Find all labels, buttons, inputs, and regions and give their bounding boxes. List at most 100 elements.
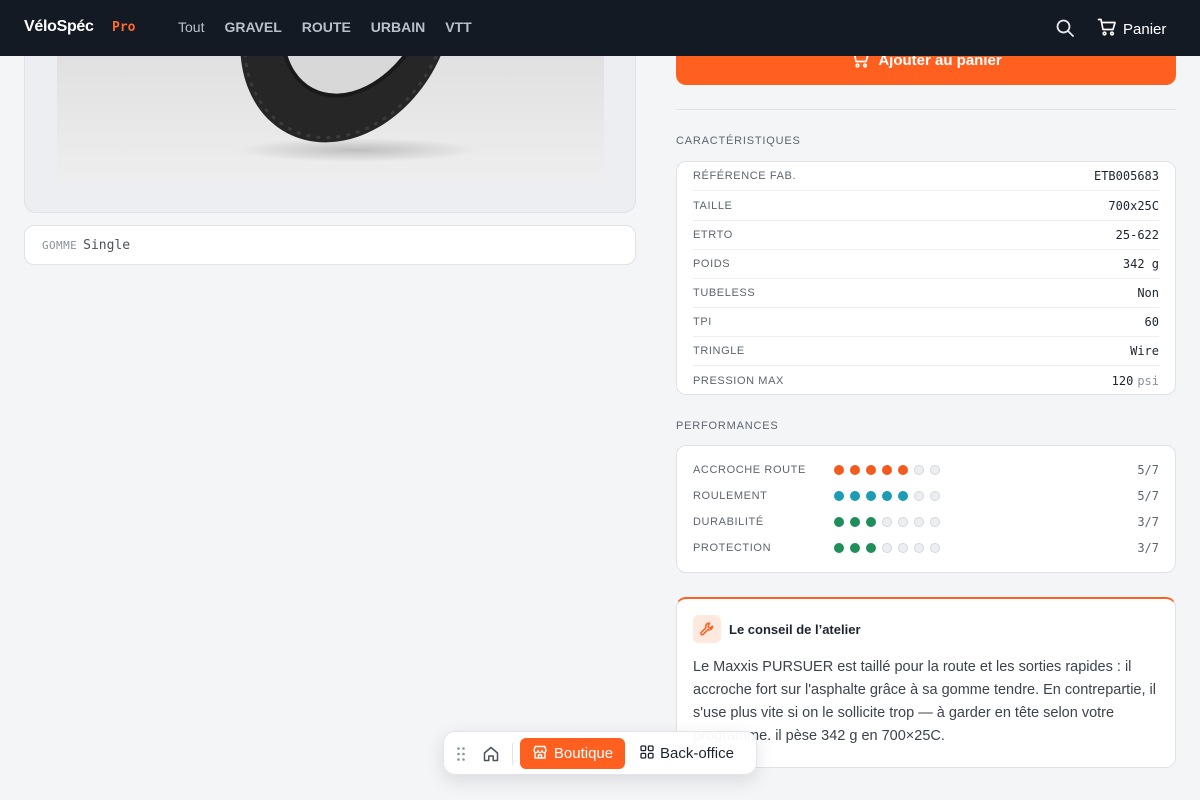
rating-dot-empty [930, 543, 940, 553]
rating-dot-filled [834, 543, 844, 553]
rating-dot-empty [898, 543, 908, 553]
specs-title: CARACTÉRISTIQUES [676, 135, 801, 147]
nav-item-tout[interactable]: Tout [178, 19, 204, 35]
nav-item-urbain[interactable]: URBAIN [371, 19, 425, 35]
spec-row-tringle: TRINGLE Wire [693, 337, 1159, 366]
rating-dot-filled [834, 465, 844, 475]
performance-title: PERFORMANCES [676, 420, 779, 432]
section-divider [676, 109, 1176, 110]
rating-dot-empty [914, 465, 924, 475]
spec-key: TUBELESS [693, 287, 756, 299]
rating-dot-empty [914, 517, 924, 527]
spec-value: Wire [1130, 344, 1159, 358]
perf-row-accroche: ACCROCHE ROUTE 5/7 [693, 461, 1159, 479]
rating-dot-filled [898, 465, 908, 475]
rating-dot-empty [914, 491, 924, 501]
spec-key: POIDS [693, 258, 731, 270]
grid-icon [640, 744, 654, 763]
spec-value-group: 120 psi [1112, 372, 1159, 390]
nav-item-vtt[interactable]: VTT [445, 19, 471, 35]
spec-row-poids: POIDS 342 g [693, 250, 1159, 279]
spec-key: PRESSION MAX [693, 374, 784, 387]
rating-dot-filled [882, 465, 892, 475]
rating-dot-filled [882, 491, 892, 501]
gomme-field: GOMME Single [24, 225, 636, 265]
cart-label: Panier [1123, 20, 1167, 38]
rating-dot-empty [930, 517, 940, 527]
cart-icon [1097, 17, 1117, 41]
rating-dot-filled [850, 517, 860, 527]
spec-row-taille: TAILLE 700x25C [693, 192, 1159, 221]
cart-button[interactable]: Panier [1097, 17, 1166, 41]
rating-dot-empty [914, 543, 924, 553]
spec-row-tpi: TPI 60 [693, 308, 1159, 337]
spec-value: ETB005683 [1093, 169, 1159, 183]
perf-row-protection: PROTECTION 3/7 [693, 539, 1159, 557]
performance-card: ACCROCHE ROUTE 5/7 ROULEMENT 5/7 DURABIL… [676, 445, 1176, 573]
gomme-label: GOMME [42, 238, 78, 252]
rating-dot-filled [866, 491, 876, 501]
perf-row-durabilite: DURABILITÉ 3/7 [693, 513, 1159, 531]
perf-key: ROULEMENT [693, 490, 768, 502]
perf-key: DURABILITÉ [693, 516, 764, 528]
rating-dot-filled [898, 491, 908, 501]
spec-row-reference: RÉFÉRENCE FAB. ETB005683 [693, 162, 1159, 191]
rating-dot-empty [898, 517, 908, 527]
boutique-button[interactable]: Boutique [520, 738, 625, 769]
store-icon [532, 744, 548, 764]
boutique-label: Boutique [553, 745, 614, 762]
spec-row-tubeless: TUBELESS Non [693, 279, 1159, 308]
main-nav: Tout GRAVEL ROUTE URBAIN VTT [178, 19, 492, 35]
spec-unit: psi [1137, 373, 1159, 388]
home-icon[interactable] [482, 745, 500, 763]
nav-item-gravel[interactable]: GRAVEL [224, 19, 281, 35]
spec-key: RÉFÉRENCE FAB. [693, 170, 797, 182]
spec-row-pression: PRESSION MAX 120 psi [693, 366, 1159, 395]
perf-key: ACCROCHE ROUTE [693, 464, 806, 476]
floating-dock: Boutique Back-office [443, 731, 757, 775]
spec-value: 25-622 [1115, 228, 1159, 242]
perf-rating-dots [834, 543, 940, 553]
spec-key: ETRTO [693, 229, 733, 241]
nav-item-route[interactable]: ROUTE [302, 19, 351, 35]
brand-pro-badge: Pro [112, 20, 136, 35]
spec-key: TRINGLE [693, 345, 745, 357]
perf-key: PROTECTION [693, 542, 772, 554]
backoffice-label: Back-office [660, 745, 734, 762]
perf-score: 3/7 [1137, 515, 1159, 529]
brand-logo[interactable]: VéloSpéc [24, 18, 94, 36]
rating-dot-filled [866, 465, 876, 475]
rating-dot-filled [866, 543, 876, 553]
wrench-icon [693, 615, 721, 643]
spec-row-etrto: ETRTO 25-622 [693, 221, 1159, 250]
rating-dot-filled [834, 517, 844, 527]
perf-rating-dots [834, 491, 940, 501]
perf-row-roulement: ROULEMENT 5/7 [693, 487, 1159, 505]
search-icon[interactable] [1055, 18, 1075, 38]
specs-table: RÉFÉRENCE FAB. ETB005683 TAILLE 700x25C … [676, 161, 1176, 395]
spec-value: 120 [1111, 373, 1134, 388]
rating-dot-empty [930, 491, 940, 501]
dock-separator [512, 743, 513, 765]
perf-score: 5/7 [1137, 489, 1159, 503]
rating-dot-empty [930, 465, 940, 475]
rating-dot-empty [882, 543, 892, 553]
advice-title: Le conseil de l’atelier [729, 622, 861, 637]
spec-value: 342 g [1122, 257, 1159, 271]
top-bar: VéloSpéc Pro Tout GRAVEL ROUTE URBAIN VT… [0, 0, 1200, 56]
drag-handle-icon[interactable] [456, 746, 466, 762]
rating-dot-filled [850, 491, 860, 501]
perf-rating-dots [834, 517, 940, 527]
spec-key: TPI [693, 316, 712, 328]
advice-text: Le Maxxis PURSUER est taillé pour la rou… [693, 659, 1156, 744]
spec-value: 60 [1144, 315, 1159, 329]
perf-score: 3/7 [1137, 541, 1159, 555]
perf-score: 5/7 [1137, 463, 1159, 477]
gomme-value: Single [83, 237, 131, 253]
perf-rating-dots [834, 465, 940, 475]
backoffice-button[interactable]: Back-office [640, 738, 744, 769]
rating-dot-filled [866, 517, 876, 527]
spec-value: Non [1137, 286, 1159, 300]
rating-dot-filled [850, 543, 860, 553]
rating-dot-empty [882, 517, 892, 527]
